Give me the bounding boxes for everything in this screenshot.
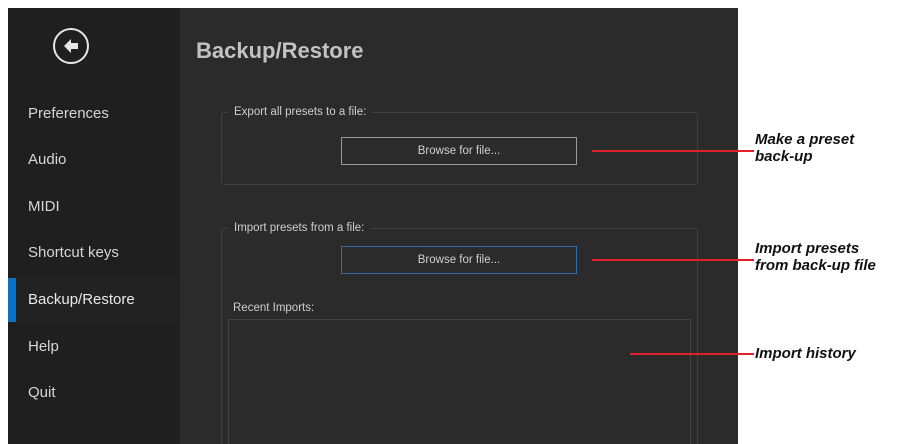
callout-line-import: [592, 259, 754, 261]
sidebar-item-help[interactable]: Help: [8, 325, 180, 369]
sidebar-item-quit[interactable]: Quit: [8, 371, 180, 415]
import-label: Import presets from a file:: [228, 221, 371, 235]
settings-window: Preferences Audio MIDI Shortcut keys Bac…: [8, 8, 738, 444]
callout-line-history: [630, 353, 754, 355]
callout-line-backup: [592, 150, 754, 152]
callout-make-backup-line1: Make a preset: [755, 131, 855, 148]
export-label: Export all presets to a file:: [228, 105, 373, 119]
callout-import-presets: Import presets from back-up file: [755, 240, 876, 274]
callout-make-backup: Make a preset back-up: [755, 131, 854, 165]
back-button[interactable]: [53, 28, 89, 64]
sidebar-item-shortcut-keys[interactable]: Shortcut keys: [8, 231, 180, 275]
callout-import-history-line1: Import history: [755, 345, 856, 362]
sidebar-item-midi[interactable]: MIDI: [8, 185, 180, 229]
callout-import-presets-line1: Import presets: [755, 240, 860, 257]
sidebar-item-preferences[interactable]: Preferences: [8, 92, 180, 136]
sidebar-item-audio[interactable]: Audio: [8, 138, 180, 182]
callout-make-backup-line2: back-up: [755, 148, 813, 165]
recent-imports-label: Recent Imports:: [233, 302, 315, 314]
sidebar-item-backup-restore[interactable]: Backup/Restore: [8, 278, 180, 322]
callout-import-presets-line2: from back-up file: [755, 257, 876, 274]
arrow-left-icon: [64, 39, 78, 53]
page-title: Backup/Restore: [196, 38, 364, 63]
export-browse-button[interactable]: Browse for file...: [341, 137, 577, 165]
import-browse-button[interactable]: Browse for file...: [341, 246, 577, 274]
recent-imports-list[interactable]: [228, 319, 691, 444]
callout-import-history: Import history: [755, 345, 856, 362]
sidebar: Preferences Audio MIDI Shortcut keys Bac…: [8, 8, 180, 444]
